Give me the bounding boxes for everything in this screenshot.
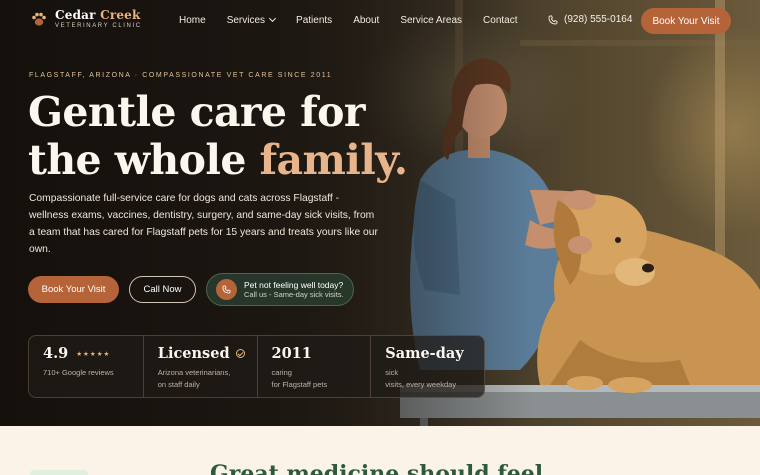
check-circle-icon: [235, 349, 245, 358]
chevron-down-icon: [269, 14, 277, 23]
stat-value: Licensed: [157, 345, 230, 362]
stat-since: 2011 caring for Flagstaff pets: [256, 336, 371, 397]
nav-services[interactable]: Services: [226, 14, 277, 26]
brand-tagline: VETERINARY CLINIC: [55, 23, 142, 29]
headline-line-2: the whole family.: [28, 136, 409, 184]
paw-icon: [32, 12, 46, 26]
star-rating-icon: ★★★★★: [76, 349, 111, 358]
stat-licensed: Licensed Arizona veterinarians, on staff …: [142, 336, 257, 397]
phone-icon: [548, 15, 558, 24]
call-now-button[interactable]: Call Now: [129, 276, 196, 303]
section-badge: [30, 470, 88, 475]
phone-icon: [216, 279, 237, 300]
top-nav: Cedar Creek VETERINARY CLINIC Home Servi…: [0, 0, 760, 42]
nav-service-areas[interactable]: Service Areas: [400, 15, 462, 26]
brand-name: Cedar Creek: [55, 8, 141, 22]
book-visit-nav-button[interactable]: Book Your Visit: [641, 8, 731, 34]
stats-bar: 4.9 ★★★★★ 710+ Google reviews Licensed Ar…: [28, 335, 485, 398]
nav-contact[interactable]: Contact: [483, 15, 517, 26]
nav-home[interactable]: Home: [179, 15, 206, 26]
hero-headline: Gentle care for the whole family.: [28, 88, 409, 184]
stat-caption: sick visits, every weekday: [385, 368, 457, 389]
headline-accent: family.: [259, 136, 409, 184]
stat-caption: Arizona veterinarians, on staff daily: [157, 368, 231, 389]
stat-rating: 4.9 ★★★★★ 710+ Google reviews: [29, 336, 143, 397]
hero-description: Compassionate full-service care for dogs…: [29, 193, 378, 255]
sick-visit-title: Pet not feeling well today?: [244, 279, 344, 290]
stat-value: Same-day: [385, 345, 464, 362]
stat-value: 4.9: [43, 345, 69, 362]
stat-caption: caring for Flagstaff pets: [271, 368, 328, 389]
nav-patients[interactable]: Patients: [296, 15, 332, 26]
phone-number: (928) 555-0164: [564, 14, 633, 25]
section-title: Great medicine should feel: [210, 461, 544, 475]
nav-services-label: Services: [226, 15, 266, 26]
nav-phone-link[interactable]: (928) 555-0164: [548, 14, 632, 25]
book-visit-button[interactable]: Book Your Visit: [28, 276, 119, 303]
stat-same-day: Same-day sick visits, every weekday: [370, 336, 484, 397]
stat-value: 2011: [271, 345, 312, 362]
hero-eyebrow: FLAGSTAFF, ARIZONA · COMPASSIONATE VET C…: [29, 72, 333, 79]
headline-line-1: Gentle care for: [28, 88, 365, 136]
nav-about[interactable]: About: [353, 15, 379, 26]
next-section: Great medicine should feel: [0, 426, 760, 475]
sick-visit-callout[interactable]: Pet not feeling well today? Call us - Sa…: [206, 273, 354, 306]
nav-links: Home Services Patients About Service Are…: [179, 14, 539, 26]
sick-visit-subtitle: Call us - Same-day sick visits.: [244, 289, 344, 299]
stat-caption: 710+ Google reviews: [43, 368, 114, 377]
brand-logo[interactable]: Cedar Creek VETERINARY CLINIC: [30, 9, 142, 29]
